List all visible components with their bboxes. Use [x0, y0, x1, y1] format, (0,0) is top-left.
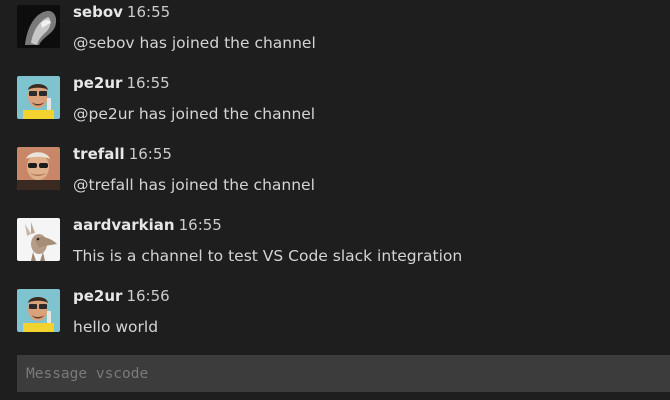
message-text: @trefall has joined the channel	[73, 176, 315, 194]
pe2ur-avatar-icon	[17, 76, 60, 119]
message-author[interactable]: sebov	[73, 3, 123, 21]
avatar[interactable]	[17, 76, 60, 119]
aardvark-avatar-icon	[17, 218, 60, 261]
message-meta: sebov 16:55	[73, 2, 170, 22]
message-meta: trefall 16:55	[73, 144, 172, 164]
avatar[interactable]	[17, 147, 60, 190]
avatar[interactable]	[17, 218, 60, 261]
message-time: 16:55	[126, 3, 171, 21]
message-text: @pe2ur has joined the channel	[73, 105, 316, 123]
message-text: This is a channel to test VS Code slack …	[73, 247, 463, 265]
avatar[interactable]	[17, 5, 60, 48]
message-text: @sebov has joined the channel	[73, 34, 316, 52]
trefall-avatar-icon	[17, 147, 60, 190]
message-item: pe2ur 16:56 hello world	[17, 286, 657, 353]
message-input[interactable]	[17, 355, 670, 392]
message-time: 16:55	[178, 216, 222, 234]
message-meta: aardvarkian 16:55	[73, 215, 222, 235]
avatar[interactable]	[17, 289, 60, 332]
message-time: 16:55	[128, 145, 172, 163]
message-author[interactable]: pe2ur	[73, 74, 122, 92]
message-item: trefall 16:55 @trefall has joined the cha…	[17, 144, 657, 211]
message-item: pe2ur 16:55 @pe2ur has joined the channel	[17, 73, 657, 140]
sebov-avatar-icon	[17, 5, 60, 48]
message-item: aardvarkian 16:55 This is a channel to te…	[17, 215, 657, 282]
message-author[interactable]: trefall	[73, 145, 125, 163]
message-meta: pe2ur 16:55	[73, 73, 170, 93]
message-time: 16:56	[126, 287, 170, 305]
message-author[interactable]: aardvarkian	[73, 216, 175, 234]
chat-panel: sebov 16:55 @sebov has joined the channel…	[0, 0, 670, 400]
message-time: 16:55	[126, 74, 170, 92]
message-text: hello world	[73, 318, 159, 336]
message-author[interactable]: pe2ur	[73, 287, 122, 305]
pe2ur-avatar-icon	[17, 289, 60, 332]
message-item: sebov 16:55 @sebov has joined the channel	[17, 2, 657, 69]
message-meta: pe2ur 16:56	[73, 286, 170, 306]
